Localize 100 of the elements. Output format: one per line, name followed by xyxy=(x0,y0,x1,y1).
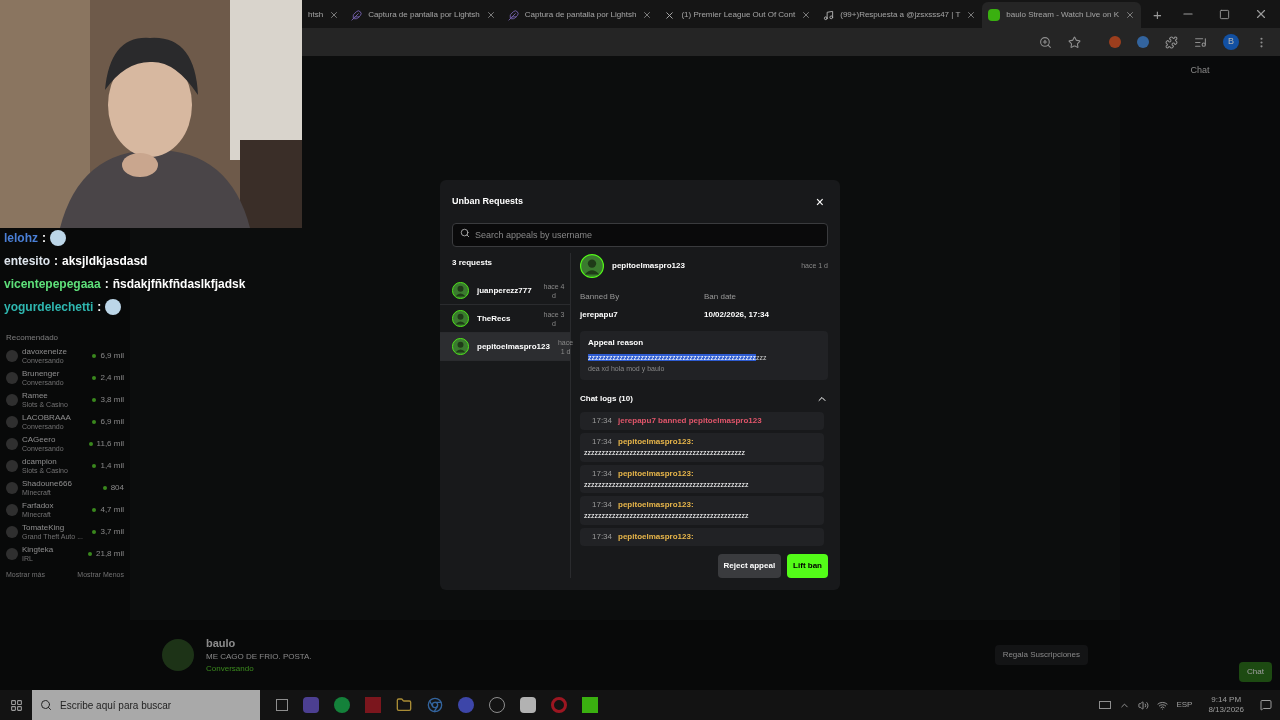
close-icon[interactable] xyxy=(485,10,496,20)
avatar-icon xyxy=(6,548,18,560)
browser-tab[interactable]: (1) Premier League Out Of Cont xyxy=(658,2,818,28)
tab-title: Captura de pantalla por Lightsh xyxy=(524,9,637,21)
viewer-count: 1,4 mil xyxy=(100,460,124,472)
log-username: pepitoelmaspro123: xyxy=(618,436,694,448)
close-icon[interactable] xyxy=(966,10,977,20)
stream-title: ME CAGO DE FRIO. POSTA. xyxy=(206,651,312,664)
channel-name: Brunenger xyxy=(22,369,61,378)
maximize-icon[interactable] xyxy=(1219,9,1230,20)
request-username: TheRecs xyxy=(477,312,512,325)
dialog-title: Unban Requests xyxy=(452,195,523,209)
app-icon[interactable] xyxy=(334,697,350,713)
browser-tab[interactable]: htsh xyxy=(302,2,346,28)
avatar-icon xyxy=(6,372,18,384)
field-label: Ban date xyxy=(704,291,738,303)
task-view-icon[interactable] xyxy=(276,699,288,711)
viewer-count: 4,7 mil xyxy=(100,504,124,516)
avatar-icon xyxy=(6,504,18,516)
folder-icon[interactable] xyxy=(396,697,412,713)
chat-username: entesito xyxy=(4,252,50,270)
tray-icon[interactable] xyxy=(1099,701,1112,709)
channel-name: Ramee xyxy=(22,391,49,400)
close-icon[interactable] xyxy=(1125,10,1135,20)
close-icon[interactable] xyxy=(801,10,812,20)
tab-title: htsh xyxy=(308,9,324,21)
browser-tab[interactable]: Captura de pantalla por Lightsh xyxy=(345,2,502,28)
log-time: 17:34 xyxy=(592,499,613,511)
gift-button[interactable]: Regala Suscripciones xyxy=(994,645,1088,665)
log-time: 17:34 xyxy=(592,436,613,448)
notifications-icon[interactable] xyxy=(1260,699,1272,711)
media-icon[interactable] xyxy=(1194,35,1207,49)
search-placeholder: Escribe aquí para buscar xyxy=(60,698,172,713)
viewer-count: 3,8 mil xyxy=(100,394,124,406)
request-username: juanperezz777 xyxy=(477,284,533,297)
channel-name: TomateKing xyxy=(22,523,66,532)
viewer-count: 6,9 mil xyxy=(100,350,124,362)
search-field[interactable]: Search appeals by username xyxy=(452,223,828,247)
language-indicator[interactable]: ESP xyxy=(1176,699,1193,711)
app-icon[interactable] xyxy=(551,697,567,713)
avatar-icon xyxy=(6,350,18,362)
channel-name: Shadoune666 xyxy=(22,479,73,488)
browser-tab[interactable]: (99+)Respuesta a @jzsxsss47 | T xyxy=(817,2,983,28)
close-button[interactable]: × xyxy=(815,195,828,209)
windows-icon[interactable] xyxy=(9,698,23,712)
extension-icon[interactable] xyxy=(1109,36,1121,48)
log-time: 17:34 xyxy=(592,467,613,480)
avatar-icon xyxy=(452,310,469,327)
chat-username: vicentepepegaaa xyxy=(4,275,101,293)
network-icon[interactable] xyxy=(1157,699,1169,711)
channel-name: davoxeneize xyxy=(22,347,68,356)
browser-tab[interactable]: Captura de pantalla por Lightsh xyxy=(501,2,659,28)
channel-name: dcampion xyxy=(22,457,58,466)
chat-message: aksjldkjasdasd xyxy=(62,252,148,270)
avatar-icon xyxy=(6,460,18,472)
new-tab-button[interactable]: + xyxy=(1141,2,1174,28)
reject-button[interactable]: Reject appeal xyxy=(717,553,782,578)
zoom-icon[interactable] xyxy=(1039,35,1052,49)
chat-username: lelohz xyxy=(4,229,38,247)
request-count: 3 requests xyxy=(452,257,494,269)
chat-send-button[interactable]: Chat xyxy=(1239,662,1272,682)
appeal-label: Appeal reason xyxy=(588,337,645,349)
extension-icon[interactable] xyxy=(1137,36,1149,48)
tab-title: (1) Premier League Out Of Cont xyxy=(681,9,796,21)
feather-icon xyxy=(351,9,363,21)
section-title: Recomendado xyxy=(6,332,60,344)
close-icon[interactable] xyxy=(329,10,340,20)
chat-username: yogurdelechetti xyxy=(4,298,94,316)
browser-icon[interactable] xyxy=(427,697,443,713)
avatar-icon xyxy=(452,338,469,355)
puzzle-icon[interactable] xyxy=(1165,35,1178,49)
close-icon[interactable] xyxy=(642,10,653,20)
chat-logs-toggle[interactable]: Chat logs (10) xyxy=(580,392,828,406)
app-icon[interactable] xyxy=(458,697,474,713)
feather-icon xyxy=(507,9,519,21)
avatar-icon xyxy=(6,526,18,538)
avatar-icon xyxy=(580,254,604,278)
stream-category: Conversando xyxy=(206,663,255,676)
kick-logo-icon xyxy=(988,9,1001,21)
lift-ban-button[interactable]: Lift ban xyxy=(787,553,828,578)
viewer-count: 3,7 mil xyxy=(100,526,124,538)
app-icon[interactable] xyxy=(520,697,536,713)
clock-date[interactable]: 8/13/2026 xyxy=(1208,705,1244,715)
banned-by-value: jerepapu7 xyxy=(580,309,619,321)
star-icon[interactable] xyxy=(1068,35,1081,49)
browser-tab[interactable]: baulo Stream - Watch Live on K xyxy=(982,2,1141,28)
search-icon xyxy=(460,228,470,238)
taskbar-search-field[interactable]: Escribe aquí para buscar xyxy=(32,690,260,720)
search-icon xyxy=(40,699,52,711)
avatar-icon xyxy=(6,394,18,406)
channel-name: Farfadox xyxy=(22,501,55,510)
avatar-icon xyxy=(6,482,18,494)
avatar-icon xyxy=(162,639,194,671)
detail-username: pepitoelmaspro123 xyxy=(612,260,686,272)
clock-time[interactable]: 9:14 PM xyxy=(1211,695,1242,705)
profile-avatar[interactable]: B xyxy=(1223,34,1239,50)
close-icon[interactable] xyxy=(1254,7,1268,21)
tab-title: baulo Stream - Watch Live on K xyxy=(1006,9,1119,21)
volume-icon[interactable] xyxy=(1138,699,1150,711)
log-username: pepitoelmaspro123: xyxy=(618,467,694,480)
